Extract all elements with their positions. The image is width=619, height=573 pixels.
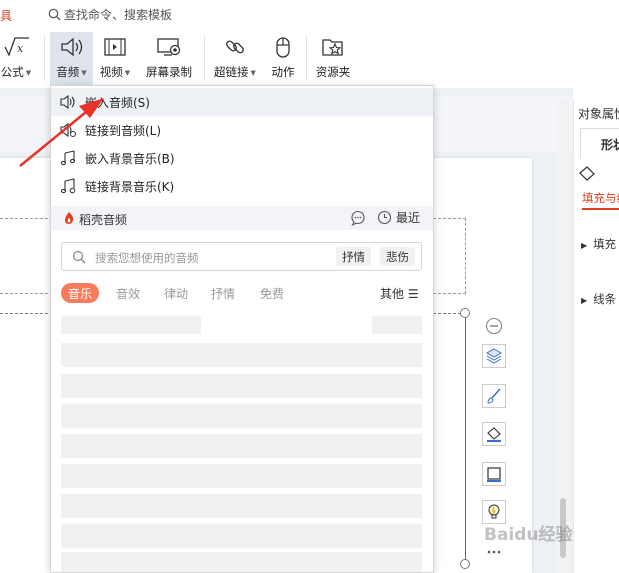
annotation-arrow — [19, 98, 104, 167]
baidu-watermark: Baidu经验 — [484, 525, 573, 545]
